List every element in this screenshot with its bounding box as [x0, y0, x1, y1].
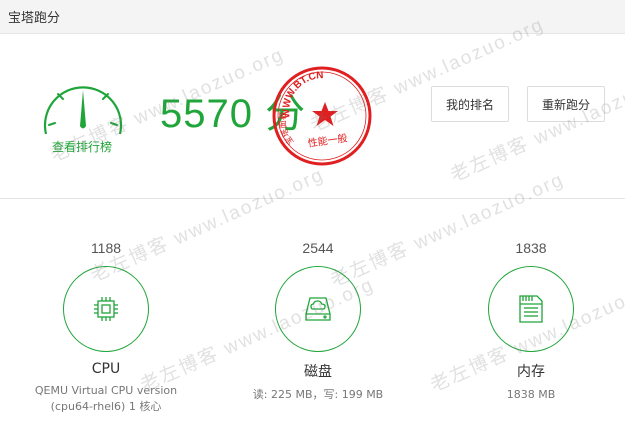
cpu-description: QEMU Virtual CPU version (cpu64-rhel6) 1… [34, 384, 178, 413]
disk-description: 读: 225 MB，写: 199 MB [252, 388, 384, 401]
memory-icon-circle [488, 266, 574, 352]
my-rank-button[interactable]: 我的排名 [431, 86, 509, 122]
memory-card-icon [519, 295, 543, 323]
ranking-link[interactable]: 查看排行榜 [52, 138, 112, 155]
cpu-score-card: 1188 CPU QEMU Virtual CPU version (cpu64… [16, 238, 196, 415]
gauge-icon [43, 86, 123, 135]
title-bar: 宝塔跑分 [0, 0, 625, 34]
disk-cloud-icon [305, 297, 331, 321]
cpu-chip-icon [94, 297, 118, 321]
disk-score-card: 2544 磁盘 读: 225 MB，写: 199 MB [228, 238, 408, 403]
memory-description: 1838 MB [506, 388, 556, 401]
cpu-label: CPU [91, 361, 121, 377]
disk-label: 磁盘 [304, 364, 332, 380]
page-title: 宝塔跑分 [8, 11, 61, 26]
cpu-icon-circle [63, 266, 149, 352]
watermark: 老左博客 www.laozuo.org [447, 64, 625, 187]
cpu-score: 1188 [90, 240, 122, 256]
section-divider [0, 198, 625, 199]
memory-score: 1838 [515, 240, 547, 256]
memory-score-card: 1838 内存 1838 MB [441, 238, 621, 403]
stamp-bottom-text: 性能一般 [307, 131, 348, 149]
disk-score: 2544 [302, 240, 334, 256]
rerun-benchmark-button[interactable]: 重新跑分 [527, 86, 605, 122]
disk-icon-circle [275, 266, 361, 352]
memory-label: 内存 [517, 364, 545, 380]
stamp-seal-icon: WWW.BT.CN 宝塔面板 性能一般 [272, 66, 372, 166]
